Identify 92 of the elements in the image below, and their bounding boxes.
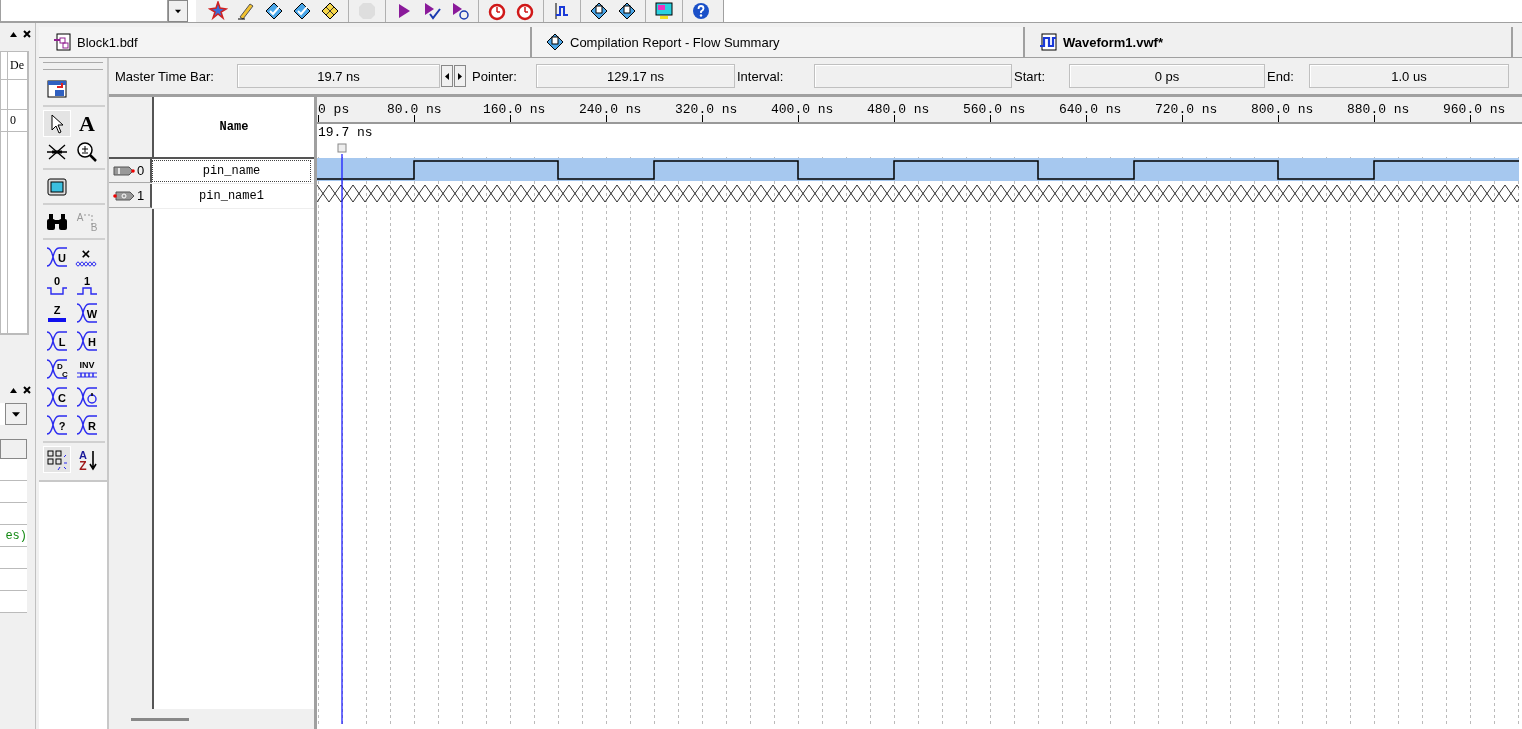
dropdown-button[interactable] xyxy=(5,403,27,425)
tool-button[interactable]: W xyxy=(73,299,101,326)
screen-icon xyxy=(47,177,67,196)
ruler-label: 480.0 ns xyxy=(867,102,930,117)
ruler-label: 960.0 ns xyxy=(1443,102,1506,117)
table-cell: es) xyxy=(0,525,27,547)
tool-button[interactable] xyxy=(43,110,71,137)
column-header: Name xyxy=(218,119,250,136)
ruler-label: 240.0 ns xyxy=(579,102,642,117)
ruler-label: 80.0 ns xyxy=(387,102,442,117)
output-pin-icon xyxy=(113,189,135,202)
ruler-label: 800.0 ns xyxy=(1251,102,1314,117)
caret-up-icon xyxy=(10,387,17,393)
diamond-check-icon xyxy=(264,1,284,21)
tool-button[interactable]: ? xyxy=(43,411,71,438)
stop-sign-icon xyxy=(357,1,377,21)
time-field[interactable]: 19.7 ns xyxy=(237,64,440,88)
combo-field[interactable] xyxy=(0,403,27,425)
tool-button[interactable] xyxy=(43,446,71,473)
report-icon xyxy=(546,33,564,51)
ruler-label: 640.0 ns xyxy=(1059,102,1122,117)
tool-button[interactable]: A Z xyxy=(73,446,101,473)
ruler-label: 560.0 ns xyxy=(963,102,1026,117)
tool-button[interactable]: D C xyxy=(43,355,71,382)
ruler-label: 400.0 ns xyxy=(771,102,834,117)
tool-button[interactable]: 1 xyxy=(73,271,101,298)
column-header: De xyxy=(8,52,28,80)
schematic-icon xyxy=(53,33,71,51)
field-label: Master Time Bar: xyxy=(114,68,215,84)
ruler-label: 320.0 ns xyxy=(675,102,738,117)
grid-icon xyxy=(46,448,68,471)
stopwatch-icon xyxy=(487,1,507,21)
field-label: Pointer: xyxy=(471,68,518,84)
diamond-report-icon xyxy=(617,1,637,21)
star-icon xyxy=(208,1,228,21)
time-field[interactable] xyxy=(814,64,1012,88)
tool-button[interactable]: INV xyxy=(73,355,101,382)
stopwatch-icon xyxy=(515,1,535,21)
time-field[interactable]: 0 ps xyxy=(1069,64,1265,88)
close-icon xyxy=(23,30,31,38)
caret-down-icon xyxy=(175,8,181,14)
time-marker-label: 19.7 ns xyxy=(318,125,373,140)
ruler-label: 880.0 ns xyxy=(1347,102,1410,117)
diamond-grid-icon xyxy=(320,1,340,21)
caret-up-icon xyxy=(10,31,17,37)
tool-button[interactable]: U xyxy=(43,243,71,270)
ruler-label: 160.0 ns xyxy=(483,102,546,117)
row-index: 1 xyxy=(137,188,145,203)
help-icon xyxy=(691,1,711,21)
ruler-label: 0 ps xyxy=(318,102,350,117)
caret-down-icon xyxy=(12,411,20,417)
tool-button[interactable]: A xyxy=(73,110,101,137)
row-index: 0 xyxy=(137,163,145,178)
play-check-icon xyxy=(422,1,442,21)
pencil-icon xyxy=(236,1,256,21)
toolbar-grip[interactable] xyxy=(43,62,103,70)
ruler-label: 720.0 ns xyxy=(1155,102,1218,117)
play-clock-icon xyxy=(450,1,470,21)
field-label: End: xyxy=(1266,68,1295,84)
diamond-report-icon xyxy=(589,1,609,21)
tab[interactable]: Block1.bdf xyxy=(39,27,532,57)
zoom-icon xyxy=(76,140,98,163)
signal-name[interactable]: pin_name xyxy=(152,160,311,182)
field-label: Interval: xyxy=(736,68,785,84)
scrollbar-thumb[interactable] xyxy=(131,717,189,721)
field-label: Start: xyxy=(1013,68,1047,84)
combo-field[interactable] xyxy=(0,0,168,22)
tool-button[interactable]: C xyxy=(43,383,71,410)
binoculars-icon xyxy=(46,212,68,231)
cursor-handle[interactable] xyxy=(337,143,347,153)
caret-left-icon xyxy=(445,72,449,80)
diamond-check-icon xyxy=(292,1,312,21)
tool-button[interactable]: L xyxy=(43,327,71,354)
input-pin-icon xyxy=(113,164,135,177)
tool-button[interactable]: R xyxy=(73,411,101,438)
window-icon xyxy=(47,78,67,99)
table-cell: 0 xyxy=(8,110,28,132)
signal-name[interactable]: pin_name1 xyxy=(152,185,311,207)
time-field[interactable]: 129.17 ns xyxy=(536,64,735,88)
time-field[interactable]: 1.0 us xyxy=(1309,64,1509,88)
tool-button[interactable]: 0 xyxy=(43,271,71,298)
waveform-icon xyxy=(1039,33,1057,51)
caret-right-icon xyxy=(458,72,462,80)
tool-button[interactable]: × xyxy=(73,243,101,270)
monitor-icon xyxy=(654,1,674,21)
pointer-icon xyxy=(50,113,64,134)
close-icon xyxy=(23,386,31,394)
tab[interactable]: Compilation Report - Flow Summary xyxy=(532,27,1025,57)
tool-button[interactable]: H xyxy=(73,327,101,354)
previous-button[interactable] xyxy=(441,65,453,87)
tool-button[interactable]: Z xyxy=(43,299,71,326)
next-button[interactable] xyxy=(454,65,466,87)
